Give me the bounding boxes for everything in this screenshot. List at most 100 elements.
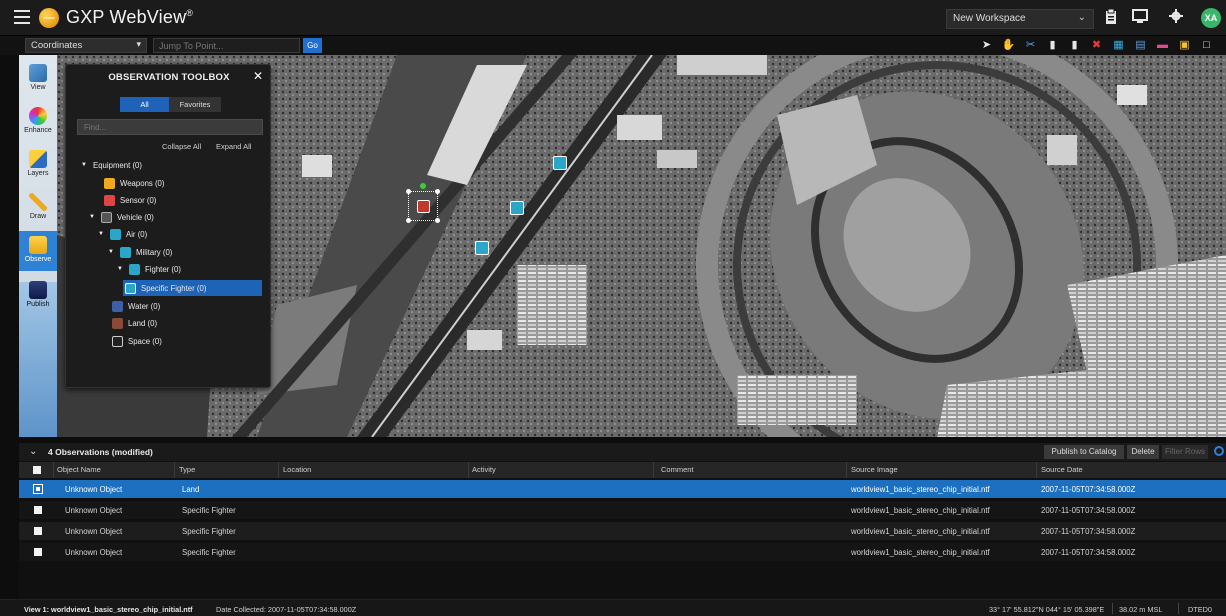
rail-observe[interactable]: Observe [19, 231, 57, 271]
tree-item-space[interactable]: Space (0) [112, 333, 162, 349]
tree-label: Vehicle (0) [117, 212, 154, 222]
column-divider[interactable] [468, 462, 469, 478]
rail-layers[interactable]: Layers [19, 145, 57, 185]
table-row[interactable]: Unknown Object Specific Fighter worldvie… [19, 501, 1226, 519]
resize-handle[interactable] [435, 189, 440, 194]
pan-hand-icon[interactable]: ✋ [1000, 37, 1017, 54]
observation-marker[interactable] [553, 156, 567, 170]
column-type[interactable]: Type [179, 465, 195, 474]
chevron-down-icon[interactable]: ⌄ [29, 446, 37, 457]
grid-icon[interactable]: ▦ [1110, 37, 1127, 54]
tree-item-sensor[interactable]: Sensor (0) [104, 192, 156, 208]
map-tools: ➤ ✋ ✂ ▮ ▮ ✖ ▦ ▤ ▬ ▣ □ [978, 37, 1215, 54]
window-icon[interactable]: □ [1198, 37, 1215, 54]
cut-icon[interactable]: ✂ [1022, 37, 1039, 54]
rail-enhance[interactable]: Enhance [19, 102, 57, 142]
table-row[interactable]: Unknown Object Land worldview1_basic_ste… [19, 480, 1226, 498]
resize-handle[interactable] [435, 218, 440, 223]
copy-icon[interactable]: ▮ [1044, 37, 1061, 54]
go-button[interactable]: Go [303, 38, 322, 53]
row-checkbox[interactable] [33, 484, 43, 494]
close-icon[interactable]: ✕ [252, 70, 264, 82]
gear-icon[interactable] [1167, 9, 1185, 27]
column-activity[interactable]: Activity [472, 465, 496, 474]
column-divider[interactable] [653, 462, 654, 478]
row-checkbox[interactable] [34, 506, 42, 514]
rail-draw[interactable]: Draw [19, 188, 57, 228]
column-divider[interactable] [846, 462, 847, 478]
refresh-icon[interactable] [1214, 446, 1224, 456]
resize-handle[interactable] [406, 218, 411, 223]
column-location[interactable]: Location [283, 465, 311, 474]
column-source-date[interactable]: Source Date [1041, 465, 1083, 474]
hamburger-menu-icon[interactable] [14, 10, 30, 24]
tree-item-specific-fighter[interactable]: Specific Fighter (0) [123, 280, 262, 296]
tree-label: Specific Fighter (0) [141, 283, 207, 293]
column-source-image[interactable]: Source Image [851, 465, 898, 474]
tree-label: Sensor (0) [120, 195, 157, 205]
workspace-name: New Workspace [953, 13, 1026, 24]
observation-marker[interactable] [510, 201, 524, 215]
caret-down-icon[interactable]: ▼ [89, 214, 97, 220]
tree-item-air[interactable]: ▼ Air (0) [98, 226, 147, 242]
tree-item-equipment[interactable]: ▼ Equipment (0) [81, 157, 142, 173]
caret-down-icon[interactable]: ▼ [108, 249, 116, 255]
column-divider[interactable] [53, 462, 54, 478]
caret-down-icon[interactable]: ▼ [81, 162, 89, 168]
filter-rows-button[interactable]: Filter Rows [1162, 445, 1208, 459]
clipboard-icon[interactable] [1102, 8, 1120, 27]
status-view-name: View 1: worldview1_basic_stereo_chip_ini… [24, 605, 193, 614]
caret-down-icon[interactable]: ▼ [117, 266, 125, 272]
tree-item-vehicle[interactable]: ▼ Vehicle (0) [89, 209, 154, 225]
row-checkbox[interactable] [34, 527, 42, 535]
monitor-icon[interactable] [1131, 9, 1149, 27]
observation-marker[interactable] [475, 241, 489, 255]
column-divider[interactable] [278, 462, 279, 478]
publish-to-catalog-button[interactable]: Publish to Catalog [1044, 445, 1124, 459]
rail-view[interactable]: View [19, 59, 57, 99]
tree-label: Air (0) [126, 229, 148, 239]
column-object-name[interactable]: Object Name [57, 465, 101, 474]
user-avatar[interactable]: XA [1201, 8, 1221, 28]
tab-all[interactable]: All [120, 97, 169, 112]
tree-item-military[interactable]: ▼ Military (0) [108, 244, 172, 260]
paste-icon[interactable]: ▮ [1066, 37, 1083, 54]
column-divider[interactable] [1036, 462, 1037, 478]
jump-to-point-input[interactable] [153, 38, 300, 53]
rail-label: Draw [29, 213, 47, 220]
delete-x-icon[interactable]: ✖ [1088, 37, 1105, 54]
delete-button[interactable]: Delete [1127, 445, 1159, 459]
rotate-handle[interactable] [420, 183, 426, 189]
column-divider[interactable] [174, 462, 175, 478]
toolbox-tabs: All Favorites [120, 97, 221, 112]
arrow-pointer-icon[interactable]: ➤ [978, 37, 995, 54]
navigation-toolbar: Coordinates ▾ Go ➤ ✋ ✂ ▮ ▮ ✖ ▦ ▤ ▬ ▣ □ [0, 36, 1226, 55]
table-row[interactable]: Unknown Object Specific Fighter worldvie… [19, 543, 1226, 561]
tree-item-water[interactable]: Water (0) [112, 298, 160, 314]
cell-source-date: 2007-11-05T07:34:58.000Z [1041, 485, 1136, 494]
selected-observation[interactable] [406, 183, 440, 223]
status-coordinates: 33° 17' 55.812"N 044° 15' 05.398"E [989, 605, 1105, 614]
expand-all-link[interactable]: Expand All [216, 142, 251, 151]
image-icon[interactable]: ▣ [1176, 37, 1193, 54]
cell-source-date: 2007-11-05T07:34:58.000Z [1041, 527, 1136, 536]
table-row[interactable]: Unknown Object Specific Fighter worldvie… [19, 522, 1226, 540]
row-checkbox[interactable] [34, 548, 42, 556]
tree-item-fighter[interactable]: ▼ Fighter (0) [117, 261, 181, 277]
workspace-select[interactable]: New Workspace ⌄ [946, 9, 1094, 29]
flag-icon[interactable]: ▬ [1154, 37, 1171, 54]
tree-item-land[interactable]: Land (0) [112, 315, 157, 331]
coordinate-system-select[interactable]: Coordinates ▾ [25, 38, 147, 53]
tab-favorites[interactable]: Favorites [169, 97, 221, 112]
rail-publish[interactable]: Publish [19, 276, 57, 316]
collapse-all-link[interactable]: Collapse All [162, 142, 201, 151]
resize-handle[interactable] [406, 189, 411, 194]
tree-item-weapons[interactable]: Weapons (0) [104, 175, 165, 191]
column-comment[interactable]: Comment [661, 465, 694, 474]
cell-source-image: worldview1_basic_stereo_chip_initial.ntf [851, 506, 990, 515]
land-icon [112, 317, 123, 329]
caret-down-icon[interactable]: ▼ [98, 231, 106, 237]
layers-icon[interactable]: ▤ [1132, 37, 1149, 54]
find-input[interactable] [77, 119, 263, 135]
select-all-checkbox[interactable] [33, 465, 41, 476]
